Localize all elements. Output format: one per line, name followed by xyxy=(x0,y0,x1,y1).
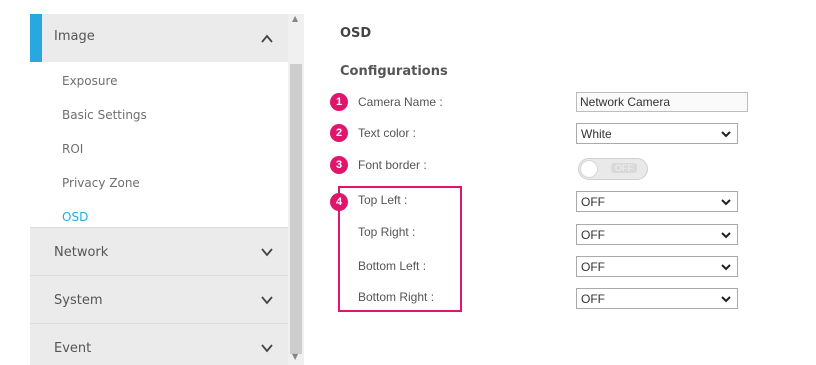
top-left-label: Top Left : xyxy=(358,193,408,207)
text-color-select[interactable]: White xyxy=(576,123,738,144)
sidebar-submenu: Exposure Basic Settings ROI Privacy Zone… xyxy=(30,62,288,242)
toggle-knob xyxy=(580,160,598,178)
chevron-up-icon[interactable] xyxy=(260,32,274,46)
sidebar-item-privacy-zone[interactable]: Privacy Zone xyxy=(62,176,140,190)
chevron-down-icon xyxy=(261,344,273,353)
sidebar-item-osd[interactable]: OSD xyxy=(62,210,88,224)
select-value: White xyxy=(581,127,612,141)
callout-badge-1: 1 xyxy=(330,93,348,111)
sidebar-item-exposure[interactable]: Exposure xyxy=(62,74,118,88)
dropdown-arrow-icon xyxy=(721,199,731,206)
camera-name-input[interactable]: Network Camera xyxy=(576,92,748,112)
text-color-label: Text color : xyxy=(358,126,417,140)
sidebar-item-basic-settings[interactable]: Basic Settings xyxy=(62,108,147,122)
callout-badge-2: 2 xyxy=(330,124,348,142)
dropdown-arrow-icon xyxy=(721,296,731,303)
dropdown-arrow-icon xyxy=(721,232,731,239)
callout-badge-3: 3 xyxy=(330,156,348,174)
bottom-right-select[interactable]: OFF xyxy=(576,288,738,309)
camera-name-label: Camera Name : xyxy=(358,95,443,109)
font-border-toggle[interactable]: OFF xyxy=(578,158,648,180)
chevron-down-icon xyxy=(261,296,273,305)
sidebar-section-label: Event xyxy=(54,341,92,356)
select-value: OFF xyxy=(581,292,605,306)
toggle-state-text: OFF xyxy=(611,163,637,173)
sidebar-section-image[interactable]: Image xyxy=(30,14,288,62)
top-right-label: Top Right : xyxy=(358,225,416,239)
sidebar-section-event[interactable]: Event xyxy=(30,323,288,365)
active-section-indicator xyxy=(30,14,42,62)
dropdown-arrow-icon xyxy=(721,131,731,138)
select-value: OFF xyxy=(581,195,605,209)
dropdown-arrow-icon xyxy=(721,264,731,271)
bottom-left-label: Bottom Left : xyxy=(358,259,427,273)
sidebar-scrollbar[interactable]: ▲ ▼ xyxy=(288,14,304,365)
bottom-left-select[interactable]: OFF xyxy=(576,256,738,277)
select-value: OFF xyxy=(581,260,605,274)
sidebar-section-label: System xyxy=(54,293,103,308)
sidebar-section-label: Image xyxy=(54,29,95,44)
scroll-down-icon[interactable]: ▼ xyxy=(292,352,298,361)
chevron-down-icon xyxy=(261,248,273,257)
top-right-select[interactable]: OFF xyxy=(576,224,738,245)
sidebar-section-network[interactable]: Network xyxy=(30,227,288,275)
sidebar-section-system[interactable]: System xyxy=(30,275,288,323)
sidebar-section-label: Network xyxy=(54,245,109,260)
callout-badge-4: 4 xyxy=(330,193,348,211)
scrollbar-thumb[interactable] xyxy=(290,64,302,354)
top-left-select[interactable]: OFF xyxy=(576,191,738,212)
font-border-label: Font border : xyxy=(358,158,427,172)
page-title: OSD xyxy=(340,26,372,41)
sidebar-item-roi[interactable]: ROI xyxy=(62,142,83,156)
section-title: Configurations xyxy=(340,64,448,79)
scroll-up-icon[interactable]: ▲ xyxy=(292,14,298,23)
sidebar-nav: Image Exposure Basic Settings ROI Privac… xyxy=(30,14,288,365)
select-value: OFF xyxy=(581,228,605,242)
bottom-right-label: Bottom Right : xyxy=(358,290,435,304)
